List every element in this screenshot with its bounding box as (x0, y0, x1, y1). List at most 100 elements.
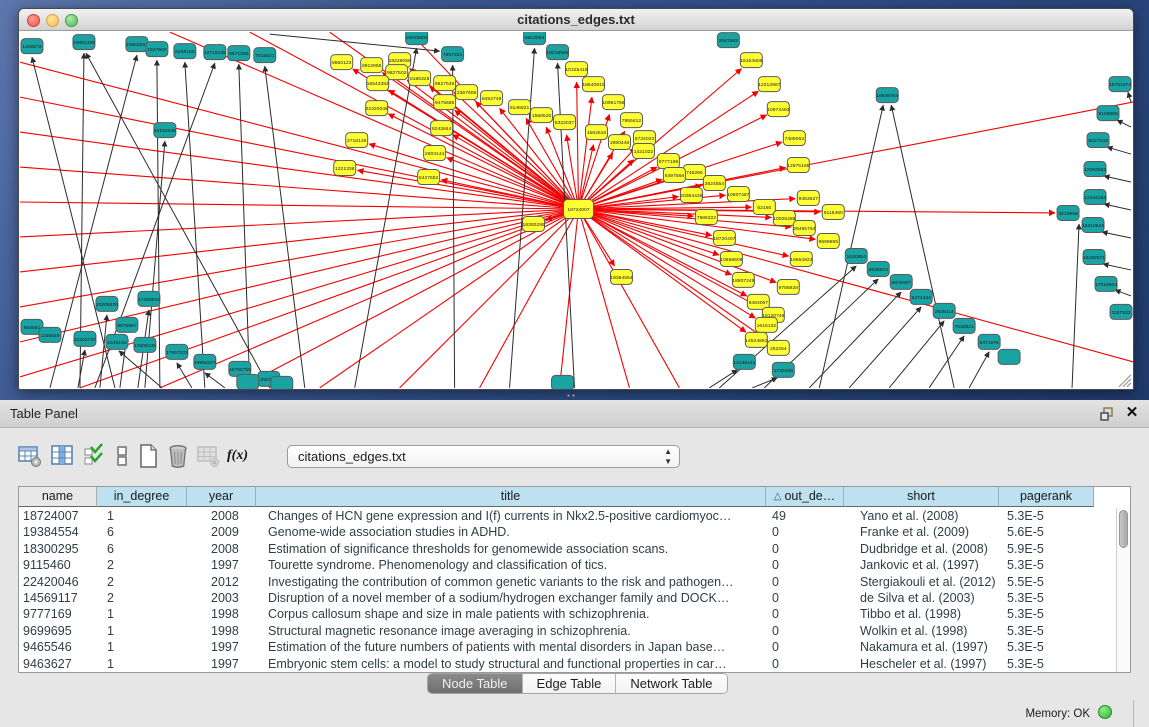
graph-node[interactable]: 20364436 (680, 188, 702, 203)
column-header-out_de[interactable]: △out_de… (766, 487, 844, 507)
graph-node[interactable]: 17359924 (138, 291, 160, 306)
graph-node[interactable]: 1568520 (531, 108, 553, 123)
graph-node[interactable]: 6497568 (663, 168, 685, 183)
graph-node[interactable] (998, 349, 1020, 364)
graph-node[interactable]: 1421022 (632, 144, 654, 159)
graph-node[interactable]: 15192971 (1083, 249, 1105, 264)
table-source-select[interactable]: citations_edges.txt ▲▼ (287, 445, 680, 468)
graph-node[interactable]: 10325419 (565, 62, 587, 77)
vertical-scrollbar[interactable] (1116, 508, 1130, 672)
graph-node[interactable]: 18640910 (582, 77, 604, 92)
graph-node[interactable]: 10973493 (767, 102, 789, 117)
table-row[interactable]: 969969511998Structural magnetic resonanc… (19, 623, 1116, 639)
table-row[interactable]: 1830029562008Estimation of significance … (19, 541, 1116, 557)
graph-node[interactable]: 10719135 (204, 45, 226, 60)
graph-node[interactable]: 16154808 (740, 53, 762, 68)
function-builder-icon[interactable]: f(x) (224, 442, 251, 469)
graph-node[interactable]: 8471676 (978, 334, 1000, 349)
table-row[interactable]: 946554611997Estimation of the future num… (19, 639, 1116, 655)
graph-node[interactable]: 16033809 (406, 32, 428, 45)
graph-node[interactable]: 8454749 (481, 91, 503, 106)
column-header-year[interactable]: year (187, 487, 256, 507)
resize-grip-icon[interactable] (1119, 375, 1131, 387)
delete-rows-icon[interactable] (164, 442, 191, 469)
column-header-in_degree[interactable]: in_degree (97, 487, 187, 507)
graph-node[interactable]: 20206576 (96, 296, 118, 311)
graph-node[interactable]: 20153346 (154, 123, 176, 138)
graph-node[interactable]: 9975887 (116, 317, 138, 332)
graph-node[interactable]: 9463627 (797, 191, 819, 206)
graph-node[interactable]: 1733426 (772, 362, 794, 377)
graph-node[interactable]: 7632621 (953, 318, 975, 333)
graph-node[interactable]: 7857224 (442, 47, 464, 62)
graph-node[interactable]: 62160 (753, 200, 775, 215)
graph-hub-node[interactable]: 18724007 (564, 200, 594, 219)
column-header-pagerank[interactable]: pagerank (999, 487, 1094, 507)
graph-node[interactable]: 12213987 (758, 77, 780, 92)
graph-node[interactable]: 8912955 (361, 58, 383, 73)
graph-node[interactable] (271, 376, 293, 389)
graph-node[interactable]: 19384554 (610, 269, 632, 284)
close-panel-icon[interactable]: ✕ (1124, 405, 1140, 421)
graph-node[interactable]: 6466160 (174, 44, 196, 59)
graph-node[interactable]: 9699695 (817, 233, 839, 248)
graph-node[interactable]: 16543382 (367, 76, 389, 91)
graph-node[interactable]: 746266 (683, 165, 705, 180)
graph-node[interactable]: 7955812 (620, 113, 642, 128)
graph-node[interactable]: 9777169 (657, 154, 679, 169)
graph-node[interactable]: 10961758 (602, 95, 624, 110)
graph-node[interactable]: 10025488 (773, 211, 795, 226)
graph-node[interactable]: 10653287 (126, 37, 148, 52)
graph-node[interactable]: 1221338 (334, 161, 356, 176)
float-panel-icon[interactable] (1100, 406, 1116, 422)
graph-node[interactable]: 14136141 (733, 354, 755, 369)
graph-node[interactable]: 22420046 (366, 101, 388, 116)
graph-node[interactable]: 3624554 (703, 176, 725, 191)
graph-node[interactable] (237, 374, 259, 389)
table-row[interactable]: 1872400712008Changes of HCN gene express… (19, 508, 1116, 524)
table-row[interactable]: 2242004622012Investigating the contribut… (19, 574, 1116, 590)
graph-node[interactable]: 1990448 (608, 135, 630, 150)
tab-edge-table[interactable]: Edge Table (523, 674, 617, 693)
graph-node[interactable]: 1156829 (39, 327, 61, 342)
table-row[interactable]: 946362711997Embryonic stem cells: a mode… (19, 656, 1116, 672)
graph-node[interactable]: 12444154 (1084, 190, 1106, 205)
table-row[interactable]: 1456911722003Disruption of a novel membe… (19, 590, 1116, 606)
tab-network-table[interactable]: Network Table (616, 674, 726, 693)
graph-node[interactable]: 18720407 (713, 230, 735, 245)
graph-node[interactable]: 9827548 (434, 76, 456, 91)
graph-node[interactable]: 6879197 (890, 274, 912, 289)
graph-node[interactable]: 12093582 (1084, 162, 1106, 177)
graph-node[interactable]: 9827502 (386, 65, 408, 80)
table-settings-icon[interactable] (16, 442, 43, 469)
graph-node[interactable]: 8322037 (554, 115, 576, 130)
graph-node[interactable]: 18907249 (732, 272, 754, 287)
graph-node[interactable]: 12975185 (787, 158, 809, 173)
column-header-short[interactable]: short (844, 487, 999, 507)
column-visibility-icon[interactable] (48, 442, 75, 469)
graph-node[interactable]: 18654923 (790, 251, 812, 266)
graph-node[interactable]: 7986322 (695, 210, 717, 225)
graph-node[interactable]: 2718126 (346, 133, 368, 148)
graph-node[interactable]: 2087682 (717, 33, 739, 48)
graph-node[interactable]: 15751074 (1109, 77, 1131, 92)
graph-node[interactable]: 8427552 (418, 170, 440, 185)
graph-node[interactable]: 17016504 (1095, 276, 1117, 291)
graph-node[interactable]: 1640954 (845, 248, 867, 263)
table-row[interactable]: 1938455462009Genome-wide association stu… (19, 524, 1116, 540)
graph-node[interactable]: 10688609 (720, 251, 742, 266)
panel-splitter-handle[interactable] (566, 393, 580, 399)
graph-node[interactable]: 8215955 (1057, 206, 1079, 221)
graph-node[interactable]: 16648784 (876, 88, 898, 103)
graph-node[interactable]: 12505135 (134, 337, 156, 352)
cell-rows-icon[interactable] (108, 442, 135, 469)
graph-node[interactable]: 8186328 (409, 71, 431, 86)
graph-node[interactable]: 16210643 (1082, 217, 1104, 232)
graph-node[interactable]: 1167533 (1110, 304, 1132, 319)
graph-node[interactable]: 14524861 (745, 332, 767, 347)
graph-node[interactable]: 1527602 (146, 42, 168, 57)
graph-node[interactable]: 1562615 (585, 125, 607, 140)
graph-node[interactable]: 19218986 (546, 45, 568, 60)
graph-node[interactable]: 9227343 (1087, 133, 1109, 148)
graph-node[interactable]: 9242844 (431, 121, 453, 136)
